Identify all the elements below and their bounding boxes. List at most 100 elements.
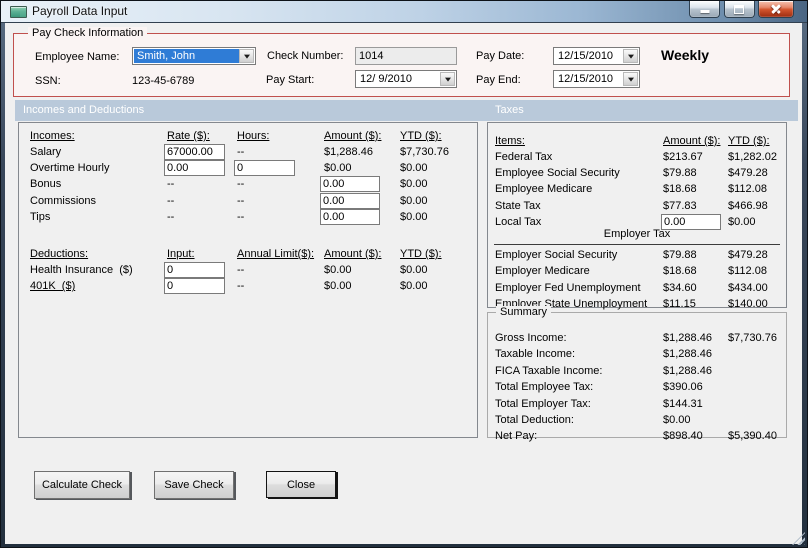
- rate-cell: --: [167, 194, 175, 207]
- amount-cell: $0.00: [663, 414, 691, 426]
- amount-input[interactable]: [320, 208, 380, 225]
- column-header: Annual Limit($):: [237, 248, 315, 260]
- label-cell: Net Pay:: [495, 430, 538, 443]
- pay-start-value: 12/ 9/2010: [360, 73, 412, 85]
- ytd-cell: $0.00: [400, 210, 428, 223]
- label-cell: Local Tax: [495, 215, 542, 228]
- pay-start-dropdown-button[interactable]: [440, 72, 455, 86]
- table-row: FICA Taxable Income: $1,288.46: [488, 364, 786, 380]
- header-row: Items: Amount ($): YTD ($):: [488, 134, 786, 150]
- maximize-button[interactable]: [723, 1, 755, 18]
- taxes-panel: Employer Tax Items: Amount ($): YTD ($): Fe…: [487, 122, 787, 310]
- employee-name-dropdown-button[interactable]: [239, 49, 254, 63]
- column-header: Incomes:: [30, 130, 75, 142]
- pay-check-info-group: Pay Check Information Employee Name: Smi…: [13, 27, 790, 97]
- label-cell: Commissions: [30, 194, 97, 207]
- amount-cell: $213.67: [663, 151, 703, 163]
- label-cell: Employee Medicare: [495, 183, 593, 196]
- table-row: Employer Fed Unemployment $34.60 $434.00: [488, 281, 786, 297]
- pay-date-datepicker[interactable]: 12/15/2010: [553, 47, 640, 65]
- app-window: Payroll Data Input Pay Check Information…: [0, 0, 808, 548]
- amount-cell: $1,288.46: [663, 332, 712, 344]
- taxes-section-title: Taxes: [495, 104, 524, 116]
- column-header: YTD ($):: [400, 248, 442, 260]
- ytd-cell: $479.28: [728, 249, 768, 261]
- label-cell: State Tax: [495, 199, 541, 212]
- chevron-down-icon: [627, 54, 634, 59]
- value-input[interactable]: [164, 262, 225, 278]
- amount-cell: $79.88: [663, 167, 697, 180]
- check-number-label: Check Number:: [267, 50, 344, 62]
- label-cell: Total Employer Tax:: [495, 397, 591, 410]
- label-cell: Total Employee Tax:: [495, 381, 594, 394]
- ytd-cell: $7,730.76: [400, 146, 449, 158]
- incomes-deductions-panel: Incomes: Rate ($): Hours: Amount ($): YTD ($…: [18, 122, 478, 438]
- pay-date-dropdown-button[interactable]: [623, 49, 638, 63]
- window-title: Payroll Data Input: [32, 4, 128, 18]
- label-cell: Total Deduction:: [495, 414, 574, 426]
- minimize-icon: [700, 10, 710, 13]
- pay-end-dropdown-button[interactable]: [623, 72, 638, 86]
- ytd-cell: $0.00: [400, 194, 428, 207]
- label-cell: Federal Tax: [495, 151, 553, 163]
- hours-cell: --: [237, 210, 245, 223]
- ytd-cell: $0.00: [400, 178, 428, 191]
- column-header: Hours:: [237, 130, 270, 142]
- amount-input[interactable]: [320, 192, 380, 209]
- amount-cell: $0.00: [324, 280, 352, 293]
- table-row: Total Employer Tax: $144.31: [488, 397, 786, 413]
- employee-name-value: Smith, John: [134, 49, 239, 63]
- ytd-cell: $479.28: [728, 167, 768, 180]
- pay-start-label: Pay Start:: [266, 74, 315, 86]
- table-row: Overtime Hourly $0.00 $0.00: [19, 160, 477, 177]
- rate-cell: --: [167, 178, 175, 191]
- ssn-label: SSN:: [35, 75, 61, 87]
- table-row: Employee Medicare $18.68 $112.08: [488, 182, 786, 198]
- label-cell: Health Insurance ($): [30, 264, 133, 276]
- close-button[interactable]: Close: [266, 471, 336, 498]
- ytd-cell: $112.08: [728, 265, 767, 278]
- employee-name-select[interactable]: Smith, John: [132, 47, 256, 65]
- chevron-down-icon: [627, 77, 634, 82]
- pay-end-value: 12/15/2010: [558, 73, 614, 85]
- amount-input[interactable]: [661, 213, 721, 230]
- rate-input[interactable]: [164, 144, 225, 160]
- group-legend: Pay Check Information: [28, 27, 148, 39]
- pay-start-datepicker[interactable]: 12/ 9/2010: [355, 70, 457, 88]
- pay-end-datepicker[interactable]: 12/15/2010: [553, 70, 640, 88]
- ytd-cell: $434.00: [728, 281, 768, 294]
- titlebar[interactable]: Payroll Data Input: [1, 1, 807, 23]
- amount-cell: $0.00: [324, 264, 352, 276]
- calculate-check-button[interactable]: Calculate Check: [34, 471, 130, 499]
- column-header: Items:: [495, 135, 525, 147]
- check-number-input[interactable]: [355, 47, 457, 65]
- amount-cell: $18.68: [663, 183, 697, 196]
- save-check-button[interactable]: Save Check: [154, 471, 234, 499]
- hours-cell: --: [237, 194, 245, 207]
- label-cell[interactable]: 401K ($): [30, 280, 75, 292]
- employee-name-label: Employee Name:: [35, 51, 120, 63]
- ytd-cell: $112.08: [728, 183, 767, 196]
- ytd-cell: $0.00: [400, 280, 428, 293]
- pay-end-label: Pay End:: [476, 74, 521, 86]
- pay-date-value: 12/15/2010: [558, 50, 614, 62]
- amount-input[interactable]: [320, 176, 380, 193]
- amount-cell: $0.00: [324, 162, 352, 175]
- table-row: Taxable Income: $1,288.46: [488, 347, 786, 363]
- label-cell: Bonus: [30, 178, 62, 191]
- ytd-cell: $140.00: [728, 297, 768, 310]
- value-input[interactable]: [164, 278, 225, 295]
- table-row: 401K ($) -- $0.00 $0.00: [19, 278, 477, 295]
- column-header: Deductions:: [30, 248, 89, 260]
- hours-input[interactable]: [234, 160, 295, 177]
- window-close-button[interactable]: [758, 1, 794, 18]
- table-row: Commissions -- -- $0.00: [19, 192, 477, 210]
- minimize-button[interactable]: [689, 1, 721, 18]
- column-header: Rate ($):: [167, 130, 210, 142]
- ssn-value: 123-45-6789: [132, 75, 195, 87]
- ytd-cell: $0.00: [400, 264, 428, 276]
- amount-cell: $18.68: [663, 265, 697, 278]
- maximize-icon: [734, 5, 745, 14]
- rate-input[interactable]: [164, 160, 225, 177]
- table-row: Total Employee Tax: $390.06: [488, 380, 786, 396]
